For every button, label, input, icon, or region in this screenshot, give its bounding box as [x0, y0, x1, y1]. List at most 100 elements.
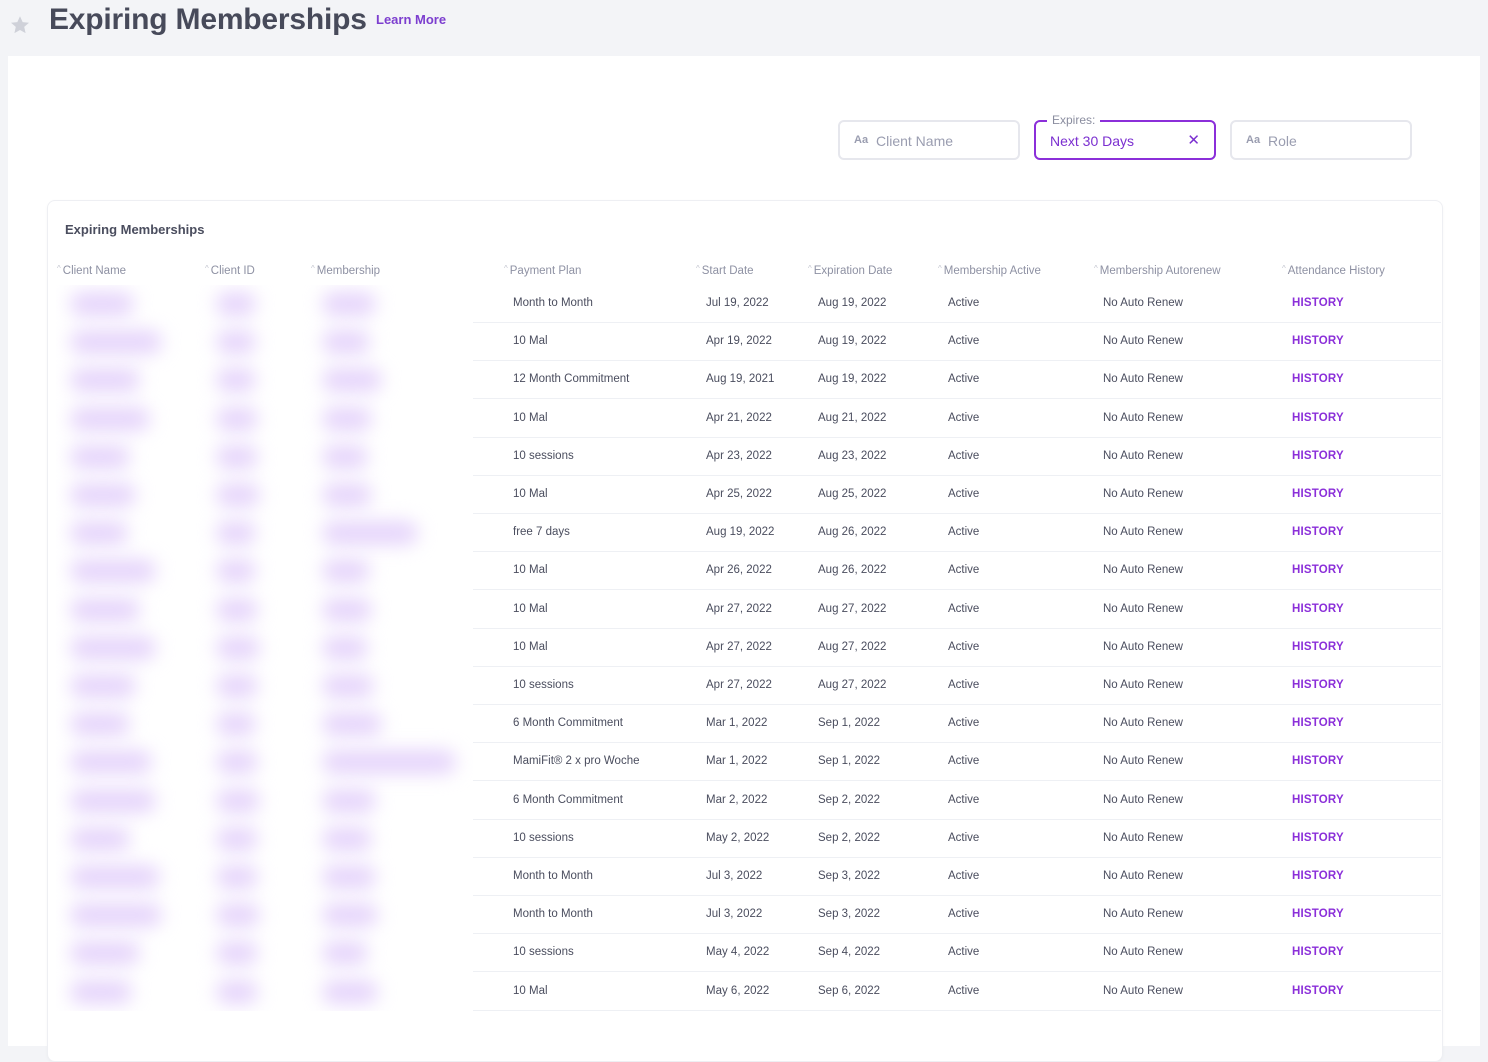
role-placeholder: Role: [1268, 133, 1297, 149]
column-header-attendance-history[interactable]: ^ Attendance History: [1282, 264, 1385, 277]
membership-active-cell: Active: [948, 640, 980, 653]
column-header-start-date[interactable]: ^ Start Date: [696, 264, 754, 277]
column-header-membership-active[interactable]: ^ Membership Active: [938, 264, 1041, 277]
table-row: free 7 days Aug 19, 2022 Aug 26, 2022 Activ…: [473, 514, 1441, 553]
history-link[interactable]: HISTORY: [1292, 794, 1344, 806]
membership-autorenew-cell: No Auto Renew: [1103, 488, 1183, 500]
history-link[interactable]: HISTORY: [1292, 717, 1344, 729]
redacted-client-name: [70, 330, 162, 355]
history-link[interactable]: HISTORY: [1292, 603, 1344, 615]
history-link[interactable]: HISTORY: [1292, 526, 1344, 538]
start-date-cell: Jul 3, 2022: [706, 908, 763, 921]
column-header-client-id[interactable]: ^ Client ID: [205, 264, 255, 277]
expiration-date-cell: Aug 26, 2022: [818, 564, 887, 577]
history-link[interactable]: HISTORY: [1292, 946, 1344, 958]
star-icon[interactable]: [9, 14, 31, 36]
redacted-client-id: [216, 330, 256, 355]
column-header-client-name[interactable]: ^ Client Name: [57, 264, 126, 277]
learn-more-link[interactable]: Learn More: [376, 12, 446, 28]
membership-autorenew-cell: No Auto Renew: [1103, 564, 1183, 577]
page-title: Expiring Memberships: [49, 3, 367, 36]
redacted-client-name: [70, 559, 156, 584]
column-header-membership[interactable]: ^ Membership: [311, 264, 380, 277]
payment-plan-cell: 10 sessions: [513, 946, 574, 959]
expiration-date-cell: Aug 19, 2022: [818, 373, 887, 386]
expiration-date-cell: Sep 4, 2022: [818, 946, 881, 959]
start-date-cell: May 4, 2022: [706, 946, 770, 959]
membership-autorenew-cell: No Auto Renew: [1103, 870, 1183, 882]
redacted-membership: [322, 674, 374, 698]
redacted-client-id: [216, 712, 256, 737]
redacted-row: [56, 973, 473, 1011]
redacted-client-id: [216, 903, 260, 928]
payment-plan-cell: Month to Month: [513, 870, 593, 882]
redacted-client-name: [70, 521, 128, 546]
history-link[interactable]: HISTORY: [1292, 870, 1344, 882]
history-link[interactable]: HISTORY: [1292, 908, 1344, 920]
history-link[interactable]: HISTORY: [1292, 412, 1344, 424]
table-row: 6 Month Commitment Mar 2, 2022 Sep 2, 2022…: [473, 782, 1441, 820]
client-name-filter[interactable]: Aa Client Name: [838, 120, 1020, 160]
expiration-date-cell: Aug 27, 2022: [818, 602, 887, 615]
redacted-client-name: [70, 712, 130, 737]
start-date-cell: Apr 27, 2022: [706, 602, 772, 615]
column-header-payment-plan[interactable]: ^ Payment Plan: [504, 264, 581, 277]
expires-filter[interactable]: Expires: Next 30 Days ✕: [1034, 112, 1216, 160]
redacted-row: [56, 743, 473, 781]
membership-active-cell: Active: [948, 526, 980, 539]
history-link[interactable]: HISTORY: [1292, 641, 1344, 653]
start-date-cell: Aug 19, 2021: [706, 373, 775, 386]
history-link[interactable]: HISTORY: [1292, 450, 1344, 462]
redacted-client-id: [216, 826, 258, 851]
clear-icon[interactable]: ✕: [1187, 132, 1200, 150]
payment-plan-cell: 10 Mal: [513, 411, 548, 424]
redacted-row: [56, 323, 473, 361]
redacted-membership: [322, 635, 368, 660]
history-link[interactable]: HISTORY: [1292, 832, 1344, 844]
history-link[interactable]: HISTORY: [1292, 373, 1344, 385]
expiration-date-cell: Sep 1, 2022: [818, 717, 881, 730]
redacted-client-id: [216, 750, 258, 775]
redacted-client-id: [216, 865, 258, 889]
redacted-membership: [322, 941, 368, 966]
redacted-client-name: [70, 635, 156, 660]
sort-icon: ^: [504, 264, 508, 273]
redacted-row: [56, 552, 473, 590]
redacted-membership: [322, 826, 372, 851]
start-date-cell: May 6, 2022: [706, 984, 770, 997]
redacted-membership: [322, 521, 418, 546]
history-link[interactable]: HISTORY: [1292, 297, 1344, 309]
history-link[interactable]: HISTORY: [1292, 335, 1344, 347]
payment-plan-cell: 10 Mal: [513, 564, 548, 577]
history-link[interactable]: HISTORY: [1292, 564, 1344, 576]
payment-plan-cell: Month to Month: [513, 297, 593, 309]
start-date-cell: Apr 21, 2022: [706, 411, 772, 424]
redacted-client-id: [216, 406, 258, 431]
column-header-membership-autorenew[interactable]: ^ Membership Autorenew: [1094, 264, 1221, 277]
column-header-expiration-date[interactable]: ^ Expiration Date: [808, 264, 892, 277]
redacted-client-name: [70, 483, 136, 507]
redacted-row: [56, 820, 473, 858]
table-row: Month to Month Jul 19, 2022 Aug 19, 2022 Ac…: [473, 285, 1441, 323]
page-header: Expiring Memberships Learn More: [0, 0, 1488, 56]
start-date-cell: Apr 27, 2022: [706, 640, 772, 653]
start-date-cell: Jul 3, 2022: [706, 870, 763, 882]
history-link[interactable]: HISTORY: [1292, 679, 1344, 691]
client-name-placeholder: Client Name: [876, 133, 954, 149]
membership-autorenew-cell: No Auto Renew: [1103, 640, 1183, 653]
redacted-client-name: [70, 750, 152, 775]
payment-plan-cell: 10 sessions: [513, 449, 574, 462]
redacted-client-name: [70, 674, 136, 698]
membership-autorenew-cell: No Auto Renew: [1103, 526, 1183, 539]
membership-autorenew-cell: No Auto Renew: [1103, 984, 1183, 997]
history-link[interactable]: HISTORY: [1292, 755, 1344, 767]
redacted-row: [56, 782, 473, 820]
redacted-client-name: [70, 865, 160, 889]
role-filter[interactable]: Aa Role: [1230, 120, 1412, 160]
start-date-cell: Mar 1, 2022: [706, 755, 768, 768]
expiration-date-cell: Aug 23, 2022: [818, 449, 887, 462]
history-link[interactable]: HISTORY: [1292, 488, 1344, 500]
sort-icon: ^: [205, 264, 209, 273]
history-link[interactable]: HISTORY: [1292, 985, 1344, 997]
sort-icon: ^: [57, 264, 61, 273]
